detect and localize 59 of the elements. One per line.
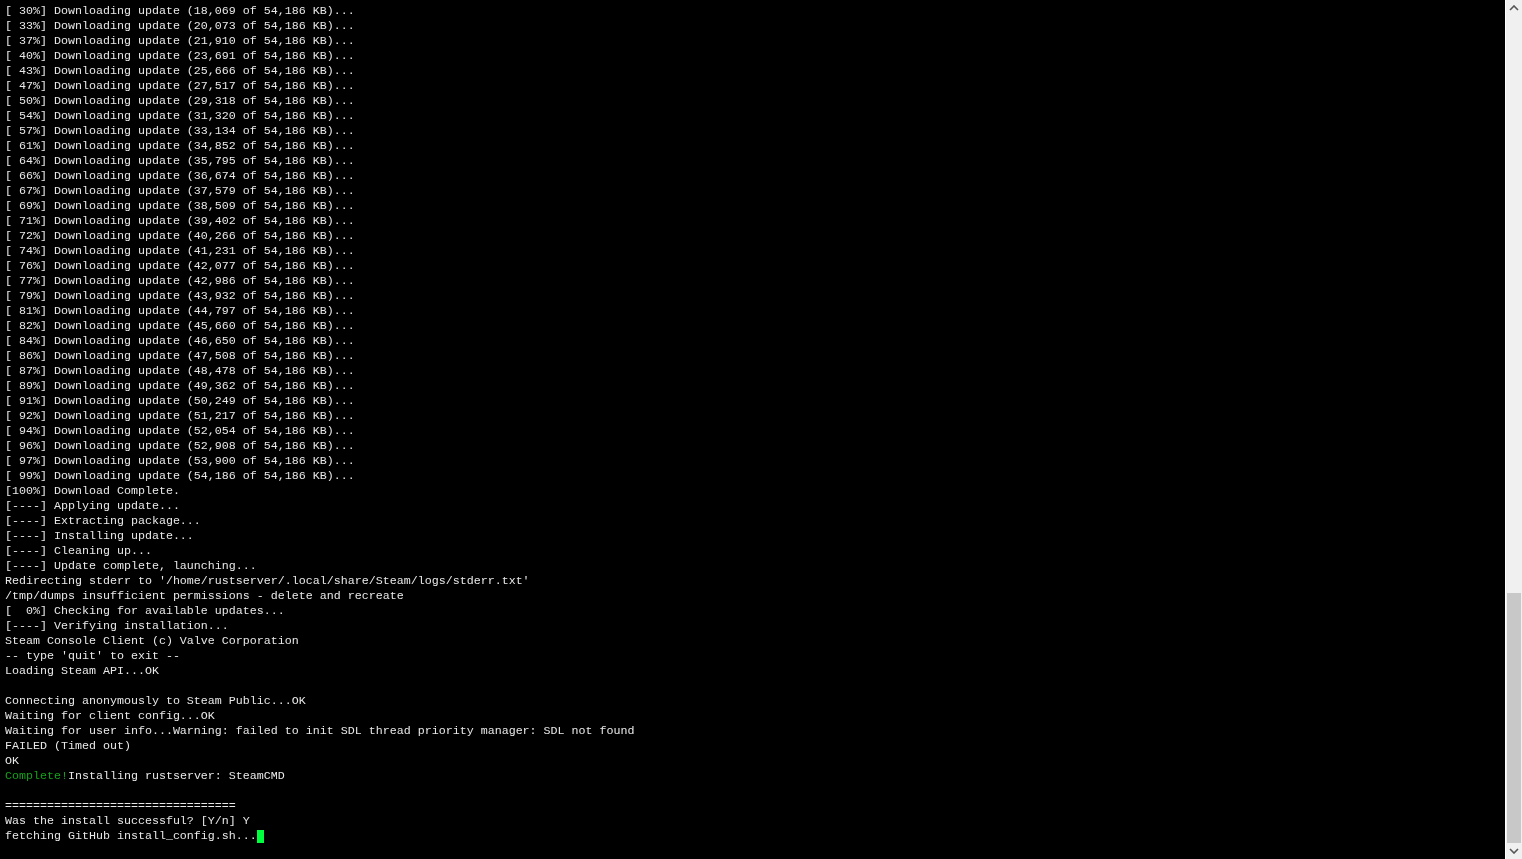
terminal-line: [ 47%] Downloading update (27,517 of 54,186 KB)...: [5, 79, 355, 94]
terminal-line: FAILED (Timed out): [5, 739, 131, 754]
scrollbar-thumb[interactable]: [1507, 593, 1521, 843]
terminal-line: [ 84%] Downloading update (46,650 of 54,186 KB)...: [5, 334, 355, 349]
terminal-line: [ 71%] Downloading update (39,402 of 54,186 KB)...: [5, 214, 355, 229]
terminal-line: [ 76%] Downloading update (42,077 of 54,186 KB)...: [5, 259, 355, 274]
terminal-line: [----] Verifying installation...: [5, 619, 229, 634]
terminal-line: /tmp/dumps insufficient permissions - delete and recreate: [5, 589, 404, 604]
terminal-line: [ 92%] Downloading update (51,217 of 54,186 KB)...: [5, 409, 355, 424]
terminal-line: [----] Applying update...: [5, 499, 180, 514]
terminal-line: [ 0%] Checking for available updates...: [5, 604, 285, 619]
terminal-line: -- type 'quit' to exit --: [5, 649, 180, 664]
terminal-line: =================================: [5, 799, 236, 814]
terminal-line: [ 97%] Downloading update (53,900 of 54,186 KB)...: [5, 454, 355, 469]
terminal-line: Installing rustserver: SteamCMD: [67, 769, 285, 784]
terminal-line: [ 94%] Downloading update (52,054 of 54,186 KB)...: [5, 424, 355, 439]
scroll-up-icon[interactable]: [1509, 5, 1519, 11]
terminal-line: [ 61%] Downloading update (34,852 of 54,186 KB)...: [5, 139, 355, 154]
terminal-line: [ 74%] Downloading update (41,231 of 54,186 KB)...: [5, 244, 355, 259]
terminal-line: [----] Extracting package...: [5, 514, 201, 529]
terminal-line: Waiting for client config...OK: [5, 709, 215, 724]
terminal-line: [----] Update complete, launching...: [5, 559, 257, 574]
terminal-line: [ 77%] Downloading update (42,986 of 54,186 KB)...: [5, 274, 355, 289]
terminal-line: OK: [5, 754, 19, 769]
terminal-line: [ 37%] Downloading update (21,910 of 54,186 KB)...: [5, 34, 355, 49]
terminal-line: Was the install successful? [Y/n] Y: [5, 814, 250, 829]
terminal-line: [ 86%] Downloading update (47,508 of 54,186 KB)...: [5, 349, 355, 364]
terminal-line: [ 87%] Downloading update (48,478 of 54,186 KB)...: [5, 364, 355, 379]
terminal-line: [----] Installing update...: [5, 529, 194, 544]
terminal-line: [100%] Download Complete.: [5, 484, 180, 499]
scroll-down-icon[interactable]: [1509, 848, 1519, 854]
terminal-line: Connecting anonymously to Steam Public...OK: [5, 694, 306, 709]
terminal-line: [ 89%] Downloading update (49,362 of 54,186 KB)...: [5, 379, 355, 394]
prompt-line: fetching GitHub install_config.sh...: [5, 829, 257, 844]
terminal-line: [ 72%] Downloading update (40,266 of 54,186 KB)...: [5, 229, 355, 244]
terminal-line: [ 50%] Downloading update (29,318 of 54,186 KB)...: [5, 94, 355, 109]
terminal-line: [ 33%] Downloading update (20,073 of 54,186 KB)...: [5, 19, 355, 34]
terminal-line: [ 67%] Downloading update (37,579 of 54,186 KB)...: [5, 184, 355, 199]
terminal-line: [ 43%] Downloading update (25,666 of 54,186 KB)...: [5, 64, 355, 79]
terminal-line: Waiting for user info...Warning: failed to init SDL thread priority manager: SDL not found: [5, 724, 635, 739]
terminal-line: Redirecting stderr to '/home/rustserver/.local/share/Steam/logs/stderr.txt': [5, 574, 530, 589]
terminal-line: [ 30%] Downloading update (18,069 of 54,186 KB)...: [5, 4, 355, 19]
terminal-line: [ 99%] Downloading update (54,186 of 54,186 KB)...: [5, 469, 355, 484]
terminal-line: [ 81%] Downloading update (44,797 of 54,186 KB)...: [5, 304, 355, 319]
scrollbar[interactable]: [1505, 0, 1522, 859]
terminal-line: [----] Cleaning up...: [5, 544, 152, 559]
terminal-line: [ 57%] Downloading update (33,134 of 54,186 KB)...: [5, 124, 355, 139]
terminal-line: [ 79%] Downloading update (43,932 of 54,186 KB)...: [5, 289, 355, 304]
terminal-line: Steam Console Client (c) Valve Corporation: [5, 634, 299, 649]
terminal-line: [ 82%] Downloading update (45,660 of 54,186 KB)...: [5, 319, 355, 334]
terminal-line: [ 69%] Downloading update (38,509 of 54,186 KB)...: [5, 199, 355, 214]
terminal-line: [ 66%] Downloading update (36,674 of 54,186 KB)...: [5, 169, 355, 184]
terminal-line: [ 64%] Downloading update (35,795 of 54,186 KB)...: [5, 154, 355, 169]
terminal-line: [ 40%] Downloading update (23,691 of 54,186 KB)...: [5, 49, 355, 64]
terminal-line: [ 96%] Downloading update (52,908 of 54,186 KB)...: [5, 439, 355, 454]
status-label: Complete!: [5, 769, 68, 784]
terminal-line: Loading Steam API...OK: [5, 664, 159, 679]
terminal-line: [ 91%] Downloading update (50,249 of 54,186 KB)...: [5, 394, 355, 409]
terminal-line: [ 54%] Downloading update (31,320 of 54,186 KB)...: [5, 109, 355, 124]
